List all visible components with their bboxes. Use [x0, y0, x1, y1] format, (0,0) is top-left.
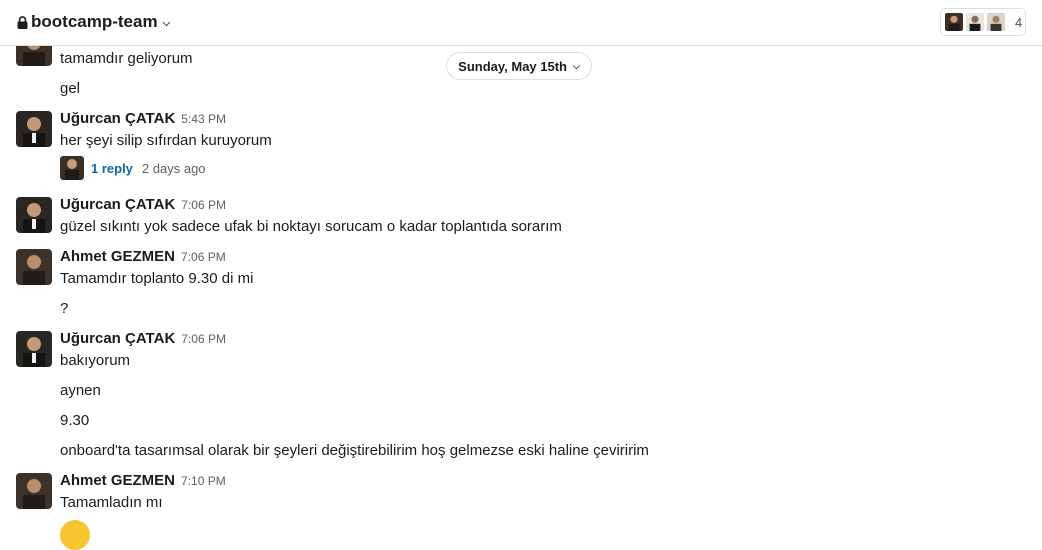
- message-text: gel: [60, 80, 81, 97]
- message-text: bakıyorum: [60, 352, 131, 369]
- avatar[interactable]: [16, 331, 52, 367]
- channel-name: bootcamp-team: [31, 12, 158, 31]
- avatar[interactable]: [16, 111, 52, 147]
- message-time[interactable]: 7:06 PM: [181, 250, 226, 264]
- emoji-icon: [60, 520, 90, 550]
- chevron-down-icon: ⌵: [162, 17, 171, 29]
- channel-header: bootcamp-team ⌵ 4: [0, 0, 1042, 46]
- message-time[interactable]: 7:06 PM: [181, 198, 226, 212]
- message-author[interactable]: Ahmet GEZMEN 7:06 PM: [60, 248, 226, 265]
- message-text: güzel sıkıntı yok sadece ufak bi noktayı…: [60, 218, 562, 235]
- member-avatar: [944, 12, 964, 32]
- member-count: 4: [1015, 14, 1023, 30]
- members-button[interactable]: 4: [940, 8, 1026, 36]
- avatar[interactable]: [16, 249, 52, 285]
- message-text: 9.30: [60, 412, 90, 429]
- message-text: tamamdır geliyorum: [60, 50, 193, 67]
- message-time[interactable]: 7:06 PM: [181, 332, 226, 346]
- message-text: aynen: [60, 382, 101, 399]
- last-reply-time: 2 days ago: [141, 160, 206, 176]
- chevron-down-icon: ⌵: [573, 60, 580, 71]
- member-avatar: [986, 12, 1006, 32]
- message-author[interactable]: Uğurcan ÇATAK 7:06 PM: [60, 196, 226, 213]
- message-text: Tamamdır toplanto 9.30 di mi: [60, 270, 254, 287]
- date-divider-button[interactable]: Sunday, May 15th ⌵: [446, 52, 592, 80]
- channel-name-button[interactable]: bootcamp-team ⌵: [17, 12, 170, 32]
- message-text: Tamamladın mı: [60, 494, 163, 511]
- message-text: her şeyi silip sıfırdan kuruyorum: [60, 132, 272, 149]
- avatar: [60, 156, 84, 180]
- lock-icon: [17, 15, 28, 29]
- message-text: onboard'ta tasarımsal olarak bir şeyleri…: [60, 442, 649, 459]
- message-time[interactable]: 7:10 PM: [181, 474, 226, 488]
- message-time[interactable]: 5:43 PM: [181, 112, 226, 126]
- date-label: Sunday, May 15th: [458, 58, 567, 74]
- message-author[interactable]: Uğurcan ÇATAK 5:43 PM: [60, 110, 226, 127]
- message-author[interactable]: Uğurcan ÇATAK 7:06 PM: [60, 330, 226, 347]
- thread-summary[interactable]: 1 reply 2 days ago: [60, 156, 206, 180]
- avatar[interactable]: [16, 473, 52, 509]
- reply-count-link[interactable]: 1 reply: [91, 161, 133, 176]
- member-avatar: [965, 12, 985, 32]
- message-author[interactable]: Ahmet GEZMEN 7:10 PM: [60, 472, 226, 489]
- message-text: ?: [60, 300, 69, 317]
- avatar[interactable]: [16, 197, 52, 233]
